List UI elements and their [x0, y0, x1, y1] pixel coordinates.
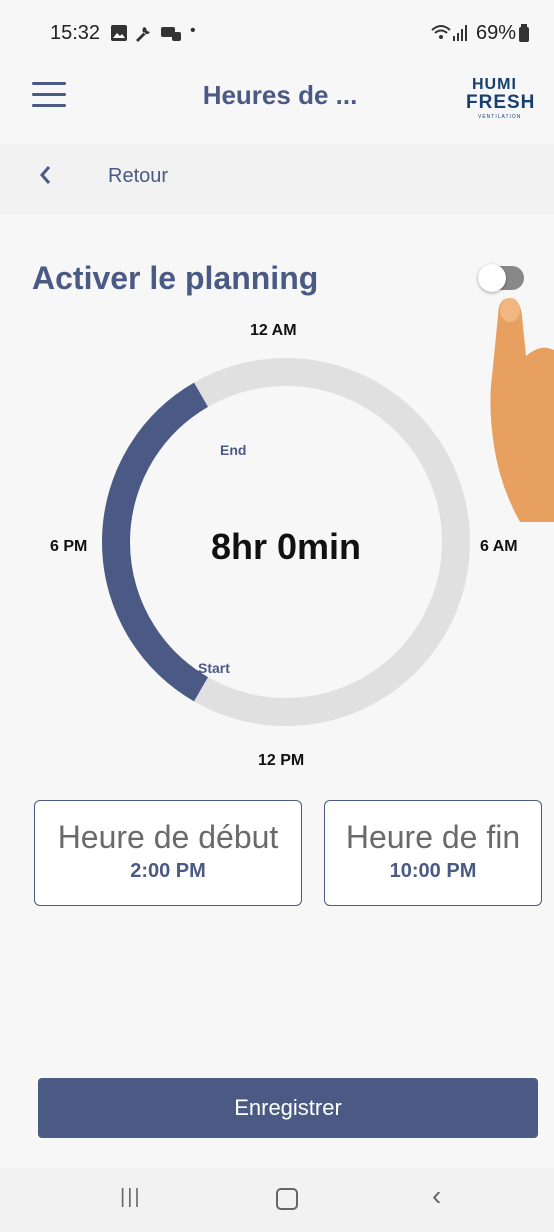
- clock-label-top: 12 AM: [250, 322, 297, 339]
- start-time-box[interactable]: Heure de début 2:00 PM: [34, 800, 302, 906]
- finger-overlay: [490, 298, 554, 522]
- save-button[interactable]: Enregistrer: [38, 1078, 538, 1138]
- start-time-value: 2:00 PM: [130, 860, 206, 882]
- clock-label-right: 6 AM: [480, 538, 518, 555]
- logo-fresh: FRESH: [466, 92, 536, 113]
- back-button[interactable]: Retour: [108, 165, 168, 188]
- end-handle-label[interactable]: End: [220, 442, 246, 458]
- gallery-icon: [110, 24, 128, 42]
- end-time-box[interactable]: Heure de fin 10:00 PM: [324, 800, 542, 906]
- signal-icon: [452, 24, 468, 42]
- clock-label-bottom: 12 PM: [258, 752, 305, 769]
- schedule-heading: Activer le planning: [32, 260, 319, 296]
- recent-apps-icon[interactable]: |||: [120, 1186, 142, 1209]
- logo-ventilation: VENTILATION: [478, 114, 522, 120]
- brand-logo: HUMI FRESH VENTILATION: [462, 76, 546, 122]
- status-time: 15:32: [50, 22, 101, 44]
- status-dot: •: [190, 22, 196, 39]
- menu-icon[interactable]: [32, 82, 66, 108]
- page-title: Heures de ...: [202, 80, 358, 110]
- clock-label-left: 6 PM: [50, 538, 88, 555]
- end-time-heading: Heure de fin: [345, 819, 521, 855]
- wifi-icon: [430, 24, 452, 42]
- battery-percent: 69%: [475, 22, 516, 44]
- system-back-icon[interactable]: ‹: [432, 1180, 441, 1212]
- start-handle-label[interactable]: Start: [198, 660, 230, 676]
- duration-text: 8hr 0min: [210, 526, 362, 567]
- battery-icon: [518, 24, 530, 42]
- back-chevron-icon[interactable]: [38, 164, 52, 193]
- notification-icon: [160, 24, 182, 42]
- wrench-icon: [134, 24, 154, 42]
- home-icon[interactable]: [276, 1188, 298, 1210]
- back-bar: [0, 144, 554, 214]
- start-time-heading: Heure de début: [57, 819, 279, 855]
- end-time-value: 10:00 PM: [389, 860, 477, 882]
